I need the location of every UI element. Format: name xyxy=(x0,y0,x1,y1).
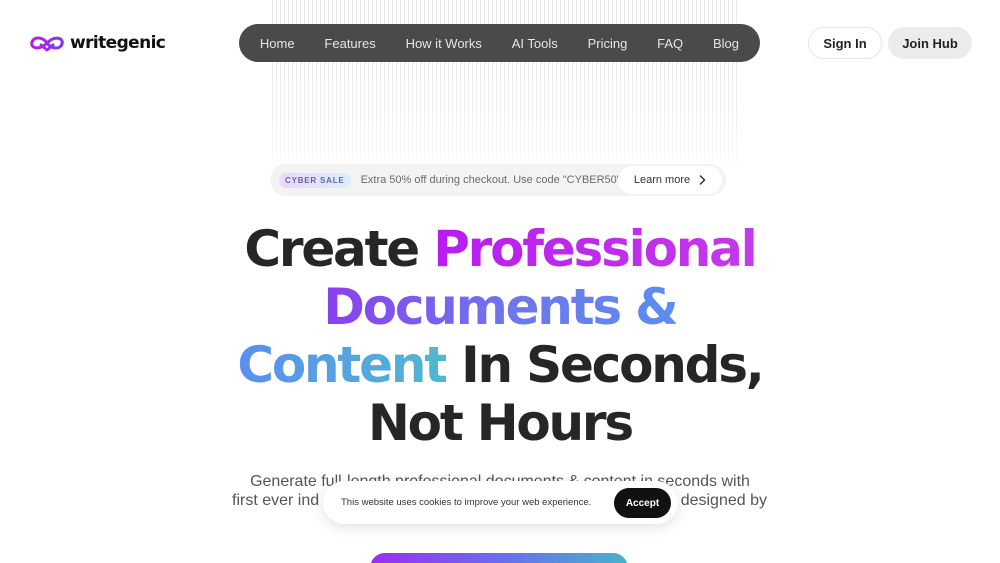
subtitle-line-2-start: first ever ind xyxy=(232,492,320,509)
chevron-right-icon xyxy=(699,175,706,185)
subtitle-line-2-end: designed by xyxy=(680,492,767,509)
nav-pricing[interactable]: Pricing xyxy=(588,36,628,51)
brand-name: writegenic xyxy=(70,33,166,53)
cookie-text: This website uses cookies to improve you… xyxy=(341,497,592,508)
promo-text: Extra 50% off during checkout. Use code … xyxy=(360,174,621,186)
hero-line-3: Content In Seconds, xyxy=(0,336,1000,394)
hero-line-1: Create Professional xyxy=(0,220,1000,278)
promo-banner: CYBER SALE Extra 50% off during checkout… xyxy=(270,164,726,196)
hero-line-4: Not Hours xyxy=(368,394,634,452)
nav-ai-tools[interactable]: AI Tools xyxy=(512,36,558,51)
hero-word-content: Content xyxy=(237,336,448,394)
hero-line-2: Documents & xyxy=(0,278,1000,336)
hero-word-in-seconds: In Seconds, xyxy=(445,336,765,394)
nav-blog[interactable]: Blog xyxy=(713,36,739,51)
cookie-banner: This website uses cookies to improve you… xyxy=(323,481,678,524)
learn-more-label: Learn more xyxy=(633,174,691,186)
nav-home[interactable]: Home xyxy=(260,36,295,51)
nav-features[interactable]: Features xyxy=(324,36,375,51)
cyber-sale-badge: CYBER SALE xyxy=(279,172,351,188)
main-nav: Home Features How it Works AI Tools Pric… xyxy=(239,24,760,62)
brand-logo[interactable]: writegenic xyxy=(28,31,166,55)
learn-more-button[interactable]: Learn more xyxy=(618,166,722,194)
nav-how-it-works[interactable]: How it Works xyxy=(406,36,482,51)
hero-word-documents: Documents & xyxy=(323,278,678,336)
join-hub-button[interactable]: Join Hub xyxy=(888,27,972,59)
nav-faq[interactable]: FAQ xyxy=(657,36,683,51)
sign-in-button[interactable]: Sign In xyxy=(808,27,882,59)
infinity-heart-icon xyxy=(30,36,64,52)
primary-cta-button[interactable] xyxy=(370,553,628,563)
hero-word-create: Create xyxy=(244,220,434,278)
hero-word-professional: Professional xyxy=(433,220,758,278)
accept-cookies-button[interactable]: Accept xyxy=(614,488,671,518)
hero-headline: Create Professional Documents & Content … xyxy=(0,220,1000,452)
